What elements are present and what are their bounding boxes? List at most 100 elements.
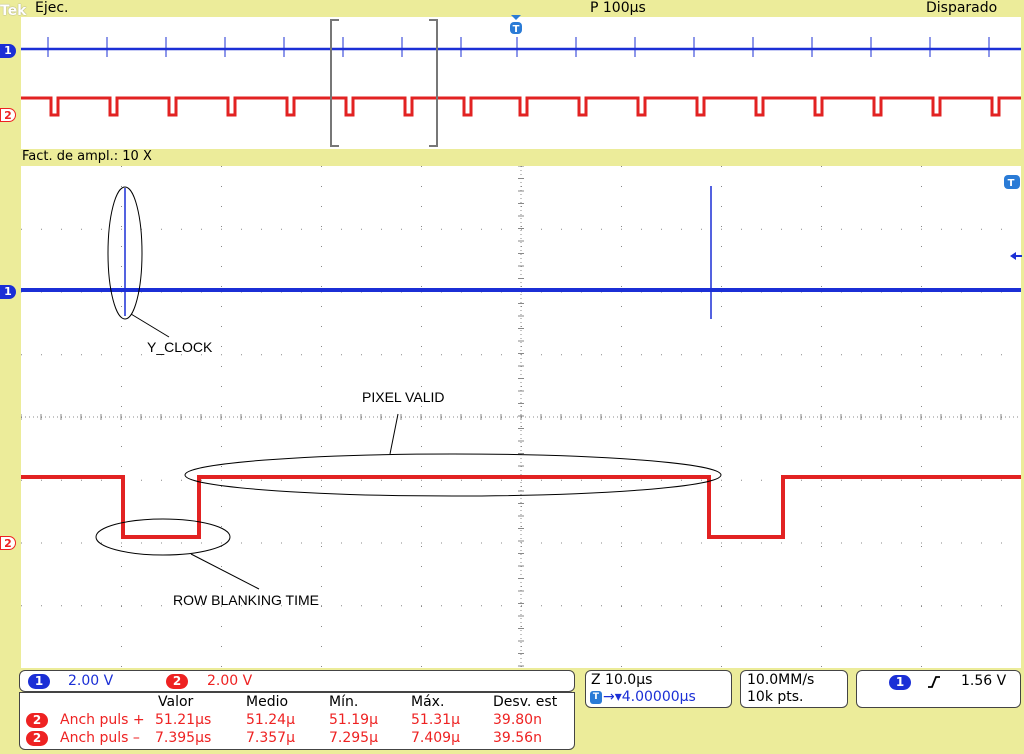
grid-dot — [81, 605, 82, 607]
ch2-badge[interactable]: 2 — [166, 674, 188, 689]
grid-dot — [921, 386, 922, 387]
grid-dot — [721, 386, 722, 387]
grid-dot — [821, 586, 822, 587]
trigger-offset[interactable]: →▾4.00000µs — [603, 689, 696, 705]
trigger-source-badge[interactable]: 1 — [889, 675, 911, 690]
grid-dot — [761, 479, 762, 481]
grid-dot — [521, 626, 522, 627]
zoom-timebase-scale[interactable]: Z 10.0µs — [591, 672, 652, 688]
grid-dot — [81, 228, 82, 230]
grid-dot — [921, 354, 922, 356]
grid-dot — [721, 542, 722, 544]
ch1-badge[interactable]: 1 — [28, 674, 50, 689]
grid-dot — [361, 479, 362, 481]
grid-dot — [421, 626, 422, 627]
grid-dot — [621, 206, 622, 207]
grid-dot — [121, 542, 122, 544]
grid-dot — [161, 479, 162, 481]
grid-dot — [321, 666, 322, 667]
measurement-mean: 51.24µ — [246, 712, 295, 728]
grid-dot — [221, 386, 222, 387]
overview-ch2-marker[interactable]: 2 — [0, 108, 16, 122]
grid-dot — [821, 446, 822, 447]
grid-dot — [941, 479, 942, 481]
measurement-min: 7.295µ — [329, 730, 378, 746]
grid-dot — [621, 626, 622, 627]
grid-dot — [621, 546, 622, 547]
grid-dot — [61, 479, 62, 481]
grid-dot — [981, 605, 982, 607]
grid-dot — [421, 406, 422, 407]
grid-dot — [121, 266, 122, 267]
grid-dot — [541, 228, 542, 230]
zoom-waveform-panel[interactable] — [21, 166, 1021, 668]
grid-dot — [121, 226, 122, 227]
zoom-ch2-marker[interactable]: 2 — [0, 536, 16, 550]
measurement-std: 39.56n — [493, 730, 542, 746]
ch1-scale[interactable]: 2.00 V — [68, 673, 113, 689]
grid-dot — [721, 666, 722, 667]
grid-dot — [121, 646, 122, 647]
measurement-row[interactable]: 2 Anch puls + 51.21µs 51.24µ 51.19µ 51.3… — [20, 712, 576, 730]
zoom-ch1-marker[interactable]: 1 — [0, 285, 16, 299]
grid-dot — [501, 228, 502, 230]
grid-dot — [121, 406, 122, 407]
grid-dot — [421, 646, 422, 647]
grid-dot — [621, 605, 622, 607]
grid-dot — [421, 666, 422, 667]
grid-dot — [821, 346, 822, 347]
record-length[interactable]: 10k pts. — [747, 689, 804, 705]
grid-dot — [541, 354, 542, 356]
grid-dot — [421, 266, 422, 267]
grid-dot — [741, 228, 742, 230]
grid-dot — [341, 605, 342, 607]
grid-dot — [621, 666, 622, 667]
sample-rate[interactable]: 10.0MM/s — [747, 672, 814, 688]
trigger-level-arrow-icon[interactable] — [1008, 247, 1022, 260]
grid-dot — [821, 546, 822, 547]
grid-dot — [701, 228, 702, 230]
grid-dot — [41, 542, 42, 544]
acquisition-panel[interactable]: 10.0MM/s 10k pts. — [740, 670, 848, 708]
grid-dot — [481, 228, 482, 230]
grid-dot — [621, 228, 622, 230]
grid-dot — [861, 354, 862, 356]
grid-dot — [221, 506, 222, 507]
zoom-trigger-t-label: T — [1008, 178, 1015, 189]
grid-dot — [141, 542, 142, 544]
overview-ch1-marker[interactable]: 1 — [0, 44, 16, 58]
grid-dot — [841, 354, 842, 356]
grid-dot — [601, 354, 602, 356]
timebase-panel[interactable]: Z 10.0µs T →▾4.00000µs — [585, 670, 732, 708]
grid-dot — [921, 326, 922, 327]
grid-dot — [61, 354, 62, 356]
grid-dot — [361, 228, 362, 230]
grid-dot — [521, 386, 522, 387]
channel-settings-bar[interactable]: 1 2.00 V 2 2.00 V — [19, 670, 575, 692]
grid-dot — [721, 366, 722, 367]
ch2-scale[interactable]: 2.00 V — [207, 673, 252, 689]
grid-dot — [901, 605, 902, 607]
grid-dot — [461, 542, 462, 544]
grid-dot — [721, 566, 722, 567]
grid-dot — [181, 228, 182, 230]
zoom-trigger-marker[interactable]: T — [1004, 174, 1020, 189]
overview-trigger-marker[interactable]: T — [509, 15, 523, 37]
grid-dot — [381, 605, 382, 607]
grid-dot — [221, 186, 222, 187]
grid-dot — [901, 479, 902, 481]
grid-dot — [821, 542, 822, 544]
grid-dot — [321, 186, 322, 187]
trigger-panel[interactable]: 1 1.56 V — [856, 670, 1021, 708]
measurements-panel[interactable]: Valor Medio Mín. Máx. Desv. est 2 Anch p… — [19, 692, 575, 750]
grid-dot — [21, 479, 22, 481]
measurement-row[interactable]: 2 Anch puls – 7.395µs 7.357µ 7.295µ 7.40… — [20, 730, 576, 748]
grid-dot — [821, 426, 822, 427]
grid-dot — [441, 354, 442, 356]
grid-dot — [221, 354, 222, 356]
grid-dot — [861, 228, 862, 230]
grid-dot — [761, 542, 762, 544]
grid-dot — [961, 542, 962, 544]
trigger-level[interactable]: 1.56 V — [961, 673, 1006, 689]
grid-dot — [521, 605, 522, 607]
